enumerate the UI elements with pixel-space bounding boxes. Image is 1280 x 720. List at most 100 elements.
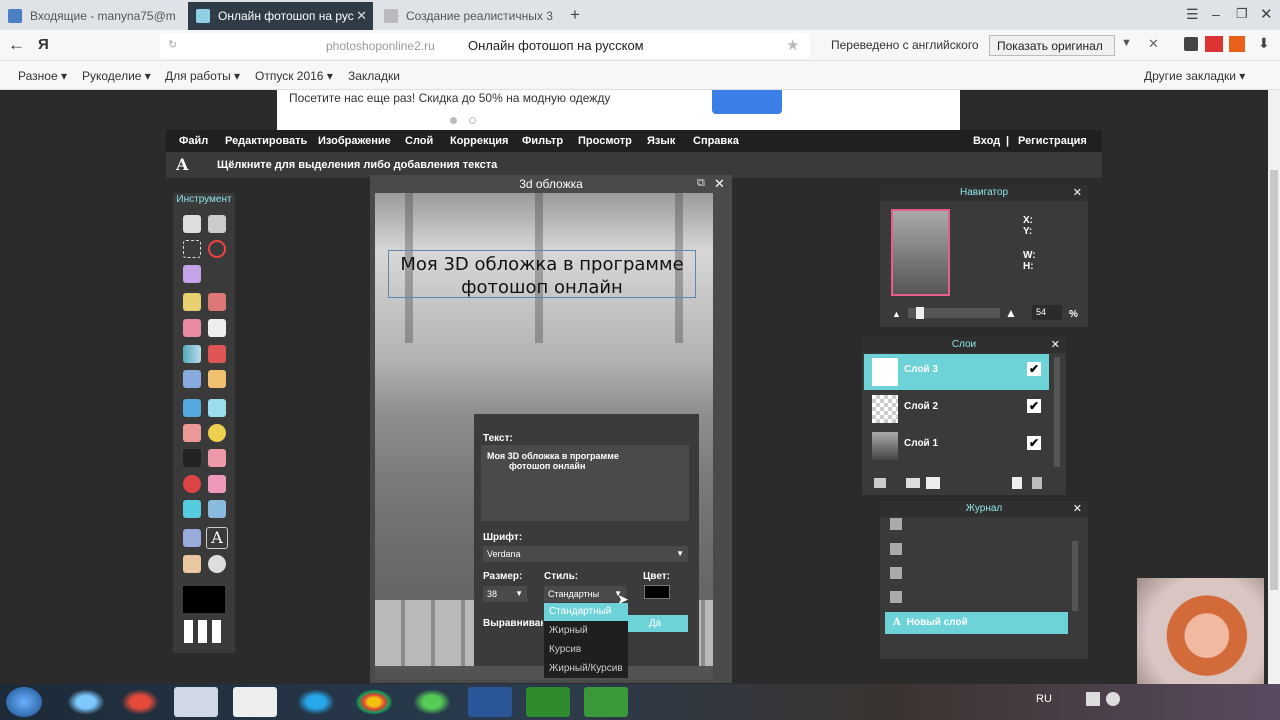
register-link[interactable]: Регистрация	[1018, 135, 1087, 147]
yandex-browser-icon[interactable]	[233, 687, 277, 717]
word-icon[interactable]	[468, 687, 512, 717]
yandex-icon[interactable]: Я	[38, 36, 49, 53]
new-tab-button[interactable]: +	[570, 5, 580, 25]
ie-icon[interactable]	[64, 687, 108, 717]
menu-view[interactable]: Просмотр	[578, 135, 632, 147]
stamp-tool-icon[interactable]	[208, 345, 226, 363]
ad-button[interactable]	[712, 90, 782, 114]
bookmark-folder[interactable]: Для работы ▾	[165, 69, 240, 83]
bucket-tool-icon[interactable]	[208, 319, 226, 337]
spot-tool-icon[interactable]	[208, 475, 226, 493]
maximize-icon[interactable]: ❐	[1236, 6, 1248, 22]
font-select[interactable]: Verdana ▼	[483, 546, 688, 562]
close-panel-icon[interactable]: ✕	[1051, 338, 1060, 351]
ad-banner[interactable]: Посетите нас еще раз! Скидка до 50% на м…	[277, 90, 960, 130]
history-item[interactable]	[890, 543, 1065, 563]
sponge-tool-icon[interactable]	[208, 424, 226, 442]
url-field[interactable]: ↻ photoshoponline2.ru Онлайн фотошоп на …	[160, 33, 810, 58]
sharpen-tool-icon[interactable]	[208, 399, 226, 417]
back-arrow-icon[interactable]: ←	[8, 35, 25, 55]
close-panel-icon[interactable]: ✕	[1073, 502, 1082, 515]
close-translate-icon[interactable]: ✕	[1148, 36, 1159, 52]
download-icon[interactable]: ⬇	[1258, 35, 1270, 52]
color-picker-icon[interactable]	[183, 529, 201, 547]
ok-button[interactable]: Да	[622, 615, 688, 632]
other-bookmarks[interactable]: Другие закладки ▾	[1144, 69, 1245, 83]
menu-edit[interactable]: Редактировать	[225, 135, 307, 147]
carousel-dot[interactable]	[450, 117, 457, 124]
smudge-tool-icon[interactable]	[183, 424, 201, 442]
text-input[interactable]: Моя 3D обложка в программе фотошоп онлай…	[481, 445, 689, 521]
burn-tool-icon[interactable]	[183, 449, 201, 467]
zoom-in-icon[interactable]: ▲	[1005, 306, 1017, 320]
menu-layer[interactable]: Слой	[405, 135, 433, 147]
menu-language[interactable]: Язык	[647, 135, 675, 147]
gradient-tool-icon[interactable]	[183, 345, 201, 363]
camtasia-icon[interactable]	[526, 687, 570, 717]
tab-photoshop[interactable]: Онлайн фотошоп на рус ✕	[188, 2, 373, 30]
crop-tool-icon[interactable]	[183, 215, 201, 233]
size-select[interactable]: 38 ▼	[483, 586, 527, 602]
new-layer-icon[interactable]	[1012, 477, 1022, 489]
reload-icon[interactable]: ↻	[168, 38, 177, 51]
type-tool-icon[interactable]: A	[206, 527, 228, 549]
flag-icon[interactable]	[1086, 692, 1100, 706]
menu-icon[interactable]: ☰	[1186, 6, 1199, 23]
skype-icon[interactable]	[294, 687, 338, 717]
carousel-dot[interactable]	[469, 117, 476, 124]
menu-image[interactable]: Изображение	[318, 135, 391, 147]
minimize-icon[interactable]: –	[1212, 6, 1220, 22]
brush-tool-icon[interactable]	[208, 293, 226, 311]
history-item[interactable]	[890, 591, 1065, 611]
bloat-tool-icon[interactable]	[183, 500, 201, 518]
camtasia-recorder-icon[interactable]	[584, 687, 628, 717]
marquee-tool-icon[interactable]	[183, 240, 201, 258]
layer-style-icon[interactable]	[926, 477, 940, 489]
history-scrollbar[interactable]	[1072, 541, 1078, 611]
layer-visibility-checkbox[interactable]: ✔	[1027, 399, 1041, 413]
canvas-text-layer[interactable]: Моя 3D обложка в программе фотошоп онлай…	[388, 250, 696, 298]
bookmark-item[interactable]: Закладки	[348, 69, 400, 83]
close-panel-icon[interactable]: ✕	[1073, 186, 1082, 199]
text-color-swatch[interactable]	[644, 585, 670, 599]
pinch-tool-icon[interactable]	[208, 500, 226, 518]
bookmark-folder[interactable]: Отпуск 2016 ▾	[255, 69, 333, 83]
scrollbar-thumb[interactable]	[1270, 170, 1278, 590]
history-item[interactable]	[890, 518, 1065, 538]
close-window-icon[interactable]: ✕	[1260, 5, 1273, 23]
eraser-tool-icon[interactable]	[183, 319, 201, 337]
network-icon[interactable]	[1106, 692, 1120, 706]
zoom-out-icon[interactable]: ▲	[892, 309, 901, 319]
app-icon[interactable]	[118, 687, 162, 717]
history-item-selected[interactable]: A Новый слой	[885, 612, 1068, 634]
login-link[interactable]: Вход	[973, 135, 1000, 147]
dodge-tool-icon[interactable]	[208, 449, 226, 467]
style-select[interactable]: Стандартны ▼	[544, 586, 626, 602]
bookmark-folder[interactable]: Разное ▾	[18, 69, 67, 83]
trash-icon[interactable]	[1032, 477, 1042, 489]
history-item[interactable]	[890, 567, 1065, 587]
zoom-slider-handle[interactable]	[916, 307, 924, 319]
show-original-button[interactable]: Показать оригинал	[989, 35, 1115, 56]
menu-file[interactable]: Файл	[179, 135, 208, 147]
zoom-input[interactable]: 54	[1032, 305, 1062, 320]
view-mode-icon[interactable]	[184, 620, 225, 643]
drop-tool-icon[interactable]	[183, 399, 201, 417]
color-replace-icon[interactable]	[183, 370, 201, 388]
language-indicator[interactable]: RU	[1036, 693, 1052, 705]
star-icon[interactable]: ★	[786, 36, 799, 54]
layer-settings-icon[interactable]	[874, 478, 886, 488]
tab-3d[interactable]: Создание реалистичных 3	[376, 2, 561, 30]
layer-row[interactable]: Слой 3 ✔	[864, 354, 1049, 390]
layer-row[interactable]: Слой 2 ✔	[864, 391, 1049, 427]
close-doc-icon[interactable]: ✕	[714, 176, 725, 192]
hand-tool-icon[interactable]	[183, 555, 201, 573]
menu-adjustments[interactable]: Коррекция	[450, 135, 508, 147]
close-tab-icon[interactable]: ✕	[356, 8, 367, 24]
color-swatch[interactable]	[183, 586, 225, 613]
layers-scrollbar[interactable]	[1054, 357, 1060, 467]
pencil-tool-icon[interactable]	[183, 293, 201, 311]
start-button-icon[interactable]	[6, 687, 42, 717]
app-icon[interactable]	[410, 687, 454, 717]
extension-red-icon[interactable]	[1205, 36, 1223, 52]
